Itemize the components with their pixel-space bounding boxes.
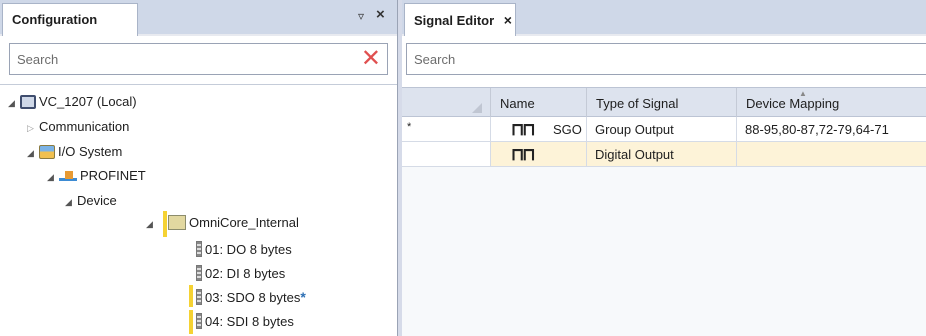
tree-node-label: Device <box>77 193 117 208</box>
expanded-arrow-icon[interactable]: ◢ <box>27 148 39 159</box>
expanded-arrow-icon[interactable]: ◢ <box>146 219 158 230</box>
table-row[interactable]: * ⊓⊓ SGO Group Output 88-95,80-87,72-79,… <box>402 117 926 142</box>
tab-label: Signal Editor <box>414 13 495 28</box>
cell-type[interactable]: Digital Output <box>586 142 736 166</box>
highlight-bar <box>189 310 193 334</box>
column-header-type[interactable]: Type of Signal <box>586 88 736 117</box>
grid-header: Name Type of Signal ▲ Device Mapping <box>402 87 926 117</box>
tree-node-label: 03: SDO 8 bytes <box>205 290 301 305</box>
column-header-label: Device Mapping <box>746 96 840 111</box>
module-icon <box>196 313 202 329</box>
highlight-bar <box>189 285 193 307</box>
row-selector[interactable] <box>402 142 490 166</box>
module-icon <box>196 265 202 281</box>
tree-node-module[interactable]: 04: SDI 8 bytes <box>196 313 294 333</box>
new-row-marker: * <box>407 121 412 133</box>
expanded-arrow-icon[interactable]: ◢ <box>8 98 20 109</box>
search-placeholder: Search <box>17 52 59 67</box>
grid-empty-area <box>402 167 926 336</box>
collapsed-arrow-icon[interactable]: ▷ <box>27 123 39 134</box>
column-header-name[interactable]: Name <box>490 88 586 117</box>
tree-node-omnicore[interactable]: ◢ OmniCore_Internal <box>146 215 299 235</box>
close-panel-icon[interactable]: × <box>376 6 385 23</box>
tree-node-label: 02: DI 8 bytes <box>205 266 286 281</box>
signal-search-input[interactable]: Search <box>406 43 926 75</box>
cell-mapping[interactable] <box>736 142 926 166</box>
cell-type[interactable]: Group Output <box>586 117 736 141</box>
tree-node-label: PROFINET <box>80 168 146 183</box>
signal-editor-panel: Signal Editor × Search Name Type of Sign… <box>402 0 926 336</box>
select-all-corner[interactable] <box>472 103 482 113</box>
tree-node-label: 04: SDI 8 bytes <box>205 314 294 329</box>
cell-name[interactable] <box>490 142 586 166</box>
column-header-mapping[interactable]: ▲ Device Mapping <box>736 88 926 117</box>
controller-icon <box>20 95 36 109</box>
cell-name[interactable]: SGO <box>490 117 586 141</box>
tree-node-profinet[interactable]: ◢ PROFINET <box>47 168 146 188</box>
close-tab-icon[interactable]: × <box>504 12 512 28</box>
tree-node-label: Communication <box>39 119 130 134</box>
tab-signal-editor[interactable]: Signal Editor × <box>404 3 516 36</box>
module-icon <box>196 241 202 257</box>
signal-grid: Name Type of Signal ▲ Device Mapping * ⊓… <box>402 87 926 336</box>
device-icon <box>168 215 186 230</box>
configuration-tabstrip: Configuration ▿ × <box>0 0 397 36</box>
expanded-arrow-icon[interactable]: ◢ <box>65 197 77 208</box>
tree-node-device[interactable]: ◢ Device <box>65 193 117 213</box>
io-system-icon <box>39 145 55 159</box>
tree-node-module[interactable]: 03: SDO 8 bytes* <box>196 289 306 309</box>
tree-node-root[interactable]: ◢ VC_1207 (Local) <box>8 94 137 114</box>
cell-mapping[interactable]: 88-95,80-87,72-79,64-71 <box>736 117 926 141</box>
tree-node-communication[interactable]: ▷ Communication <box>27 119 129 139</box>
expanded-arrow-icon[interactable]: ◢ <box>47 172 59 183</box>
pin-icon[interactable]: ▿ <box>358 9 364 23</box>
table-row[interactable]: ⊓⊓ Digital Output <box>402 142 926 167</box>
sort-indicator-icon: ▲ <box>799 89 807 98</box>
module-icon <box>196 289 202 305</box>
tree-node-module[interactable]: 01: DO 8 bytes <box>196 241 292 261</box>
tree-node-label: OmniCore_Internal <box>189 215 299 230</box>
divider <box>0 84 397 85</box>
tree-node-label: I/O System <box>58 144 123 159</box>
signal-editor-tabstrip: Signal Editor × <box>402 0 926 36</box>
clear-search-icon[interactable]: ✕ <box>361 46 381 72</box>
tree-node-label: 01: DO 8 bytes <box>205 242 292 257</box>
search-placeholder: Search <box>414 52 456 67</box>
row-selector[interactable]: * <box>402 117 490 141</box>
tree-node-module[interactable]: 02: DI 8 bytes <box>196 265 285 285</box>
configuration-panel: Configuration ▿ × Search ✕ ◢ VC_1207 (Loc… <box>0 0 398 336</box>
tab-configuration[interactable]: Configuration <box>2 3 138 36</box>
tree-node-label: VC_1207 (Local) <box>39 94 137 109</box>
configuration-search-input[interactable]: Search ✕ <box>9 43 388 75</box>
modified-marker: * <box>300 289 306 305</box>
tree-node-io-system[interactable]: ◢ I/O System <box>27 144 122 164</box>
network-icon <box>59 171 77 183</box>
